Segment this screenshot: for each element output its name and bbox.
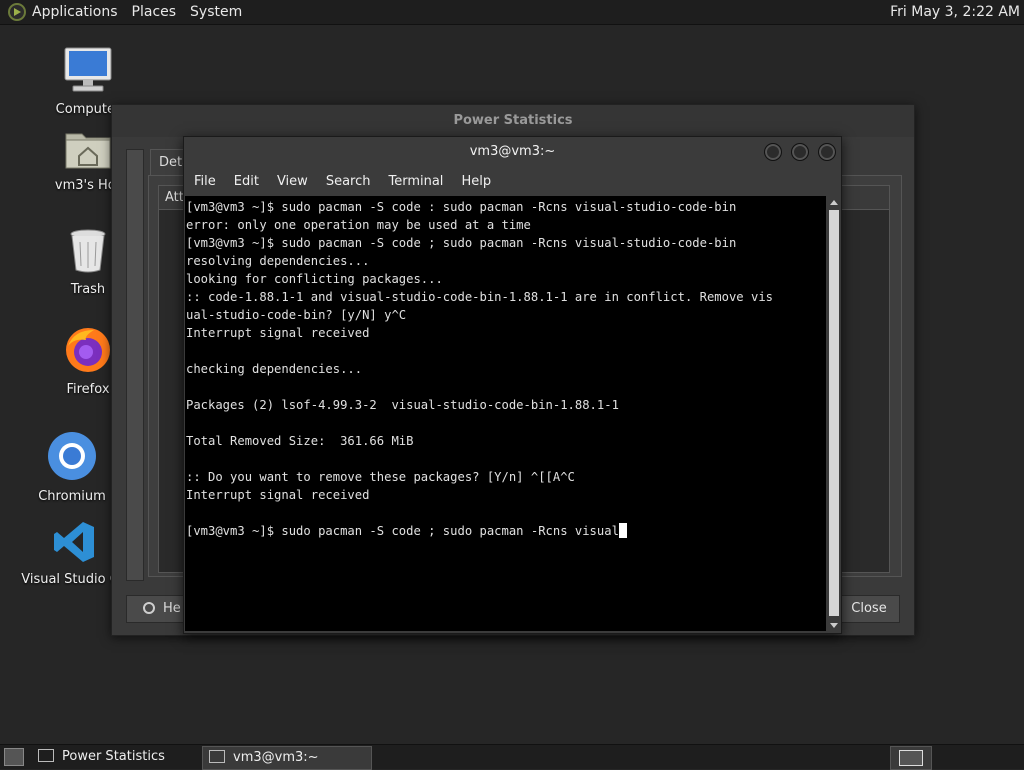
show-desktop-icon[interactable]	[4, 748, 24, 766]
menu-terminal[interactable]: Terminal	[388, 174, 443, 189]
scroll-down-arrow-icon[interactable]	[830, 623, 838, 628]
terminal-line: checking dependencies...	[186, 362, 363, 376]
menu-edit[interactable]: Edit	[234, 174, 259, 189]
taskbar-item-label: vm3@vm3:~	[233, 750, 319, 765]
terminal-icon	[209, 750, 225, 763]
close-window-button[interactable]	[818, 143, 836, 161]
help-button-label: He	[163, 601, 181, 616]
device-list[interactable]	[126, 149, 144, 581]
terminal-line: Packages (2) lsof-4.99.3-2 visual-studio…	[186, 398, 619, 412]
maximize-button[interactable]	[791, 143, 809, 161]
terminal-scrollbar[interactable]	[827, 196, 841, 631]
clock[interactable]: Fri May 3, 2:22 AM	[890, 4, 1020, 20]
menu-applications[interactable]: Applications	[32, 4, 118, 20]
terminal-line: looking for conflicting packages...	[186, 272, 443, 286]
terminal-output: [vm3@vm3 ~]$ sudo pacman -S code : sudo …	[185, 196, 826, 540]
terminal-screen[interactable]: [vm3@vm3 ~]$ sudo pacman -S code : sudo …	[185, 196, 826, 631]
window-title[interactable]: Power Statistics	[112, 105, 914, 137]
terminal-line: ual-studio-code-bin? [y/N] y^C	[186, 308, 407, 322]
terminal-line: [vm3@vm3 ~]$ sudo pacman -S code ; sudo …	[186, 236, 737, 250]
terminal-title[interactable]: vm3@vm3:~	[184, 137, 841, 167]
taskbar-item-terminal[interactable]: vm3@vm3:~	[202, 746, 372, 770]
terminal-line: :: code-1.88.1-1 and visual-studio-code-…	[186, 290, 773, 304]
menu-view[interactable]: View	[277, 174, 308, 189]
power-statistics-icon	[38, 749, 54, 762]
terminal-line: Interrupt signal received	[186, 326, 370, 340]
scrollbar-thumb[interactable]	[829, 210, 839, 616]
distro-logo-icon[interactable]	[8, 3, 26, 21]
terminal-menubar: File Edit View Search Terminal Help	[184, 167, 841, 195]
menu-places[interactable]: Places	[132, 4, 177, 20]
terminal-line: error: only one operation may be used at…	[186, 218, 531, 232]
menu-help[interactable]: Help	[461, 174, 491, 189]
taskbar-item-power-statistics[interactable]: Power Statistics	[32, 746, 200, 768]
terminal-line: [vm3@vm3 ~]$ sudo pacman -S code : sudo …	[186, 200, 737, 214]
terminal-prompt-line: [vm3@vm3 ~]$ sudo pacman -S code ; sudo …	[186, 524, 619, 538]
help-icon	[143, 601, 155, 614]
minimize-button[interactable]	[764, 143, 782, 161]
bottom-panel: Power Statistics vm3@vm3:~	[0, 744, 1024, 770]
terminal-line: Interrupt signal received	[186, 488, 370, 502]
menu-search[interactable]: Search	[326, 174, 371, 189]
computer-icon	[33, 46, 143, 98]
close-button[interactable]: Close	[838, 595, 900, 623]
top-panel: Applications Places System Fri May 3, 2:…	[0, 0, 1024, 25]
terminal-line: :: Do you want to remove these packages?…	[186, 470, 575, 484]
terminal-line: Total Removed Size: 361.66 MiB	[186, 434, 414, 448]
workspace-1[interactable]	[899, 750, 923, 766]
workspace-switcher[interactable]	[890, 746, 932, 770]
terminal-cursor	[618, 523, 627, 538]
terminal-line: resolving dependencies...	[186, 254, 370, 268]
scroll-up-arrow-icon[interactable]	[830, 200, 838, 205]
menu-file[interactable]: File	[194, 174, 216, 189]
menu-system[interactable]: System	[190, 4, 242, 20]
taskbar-item-label: Power Statistics	[62, 749, 165, 764]
terminal-window: vm3@vm3:~ File Edit View Search Terminal…	[183, 136, 842, 634]
